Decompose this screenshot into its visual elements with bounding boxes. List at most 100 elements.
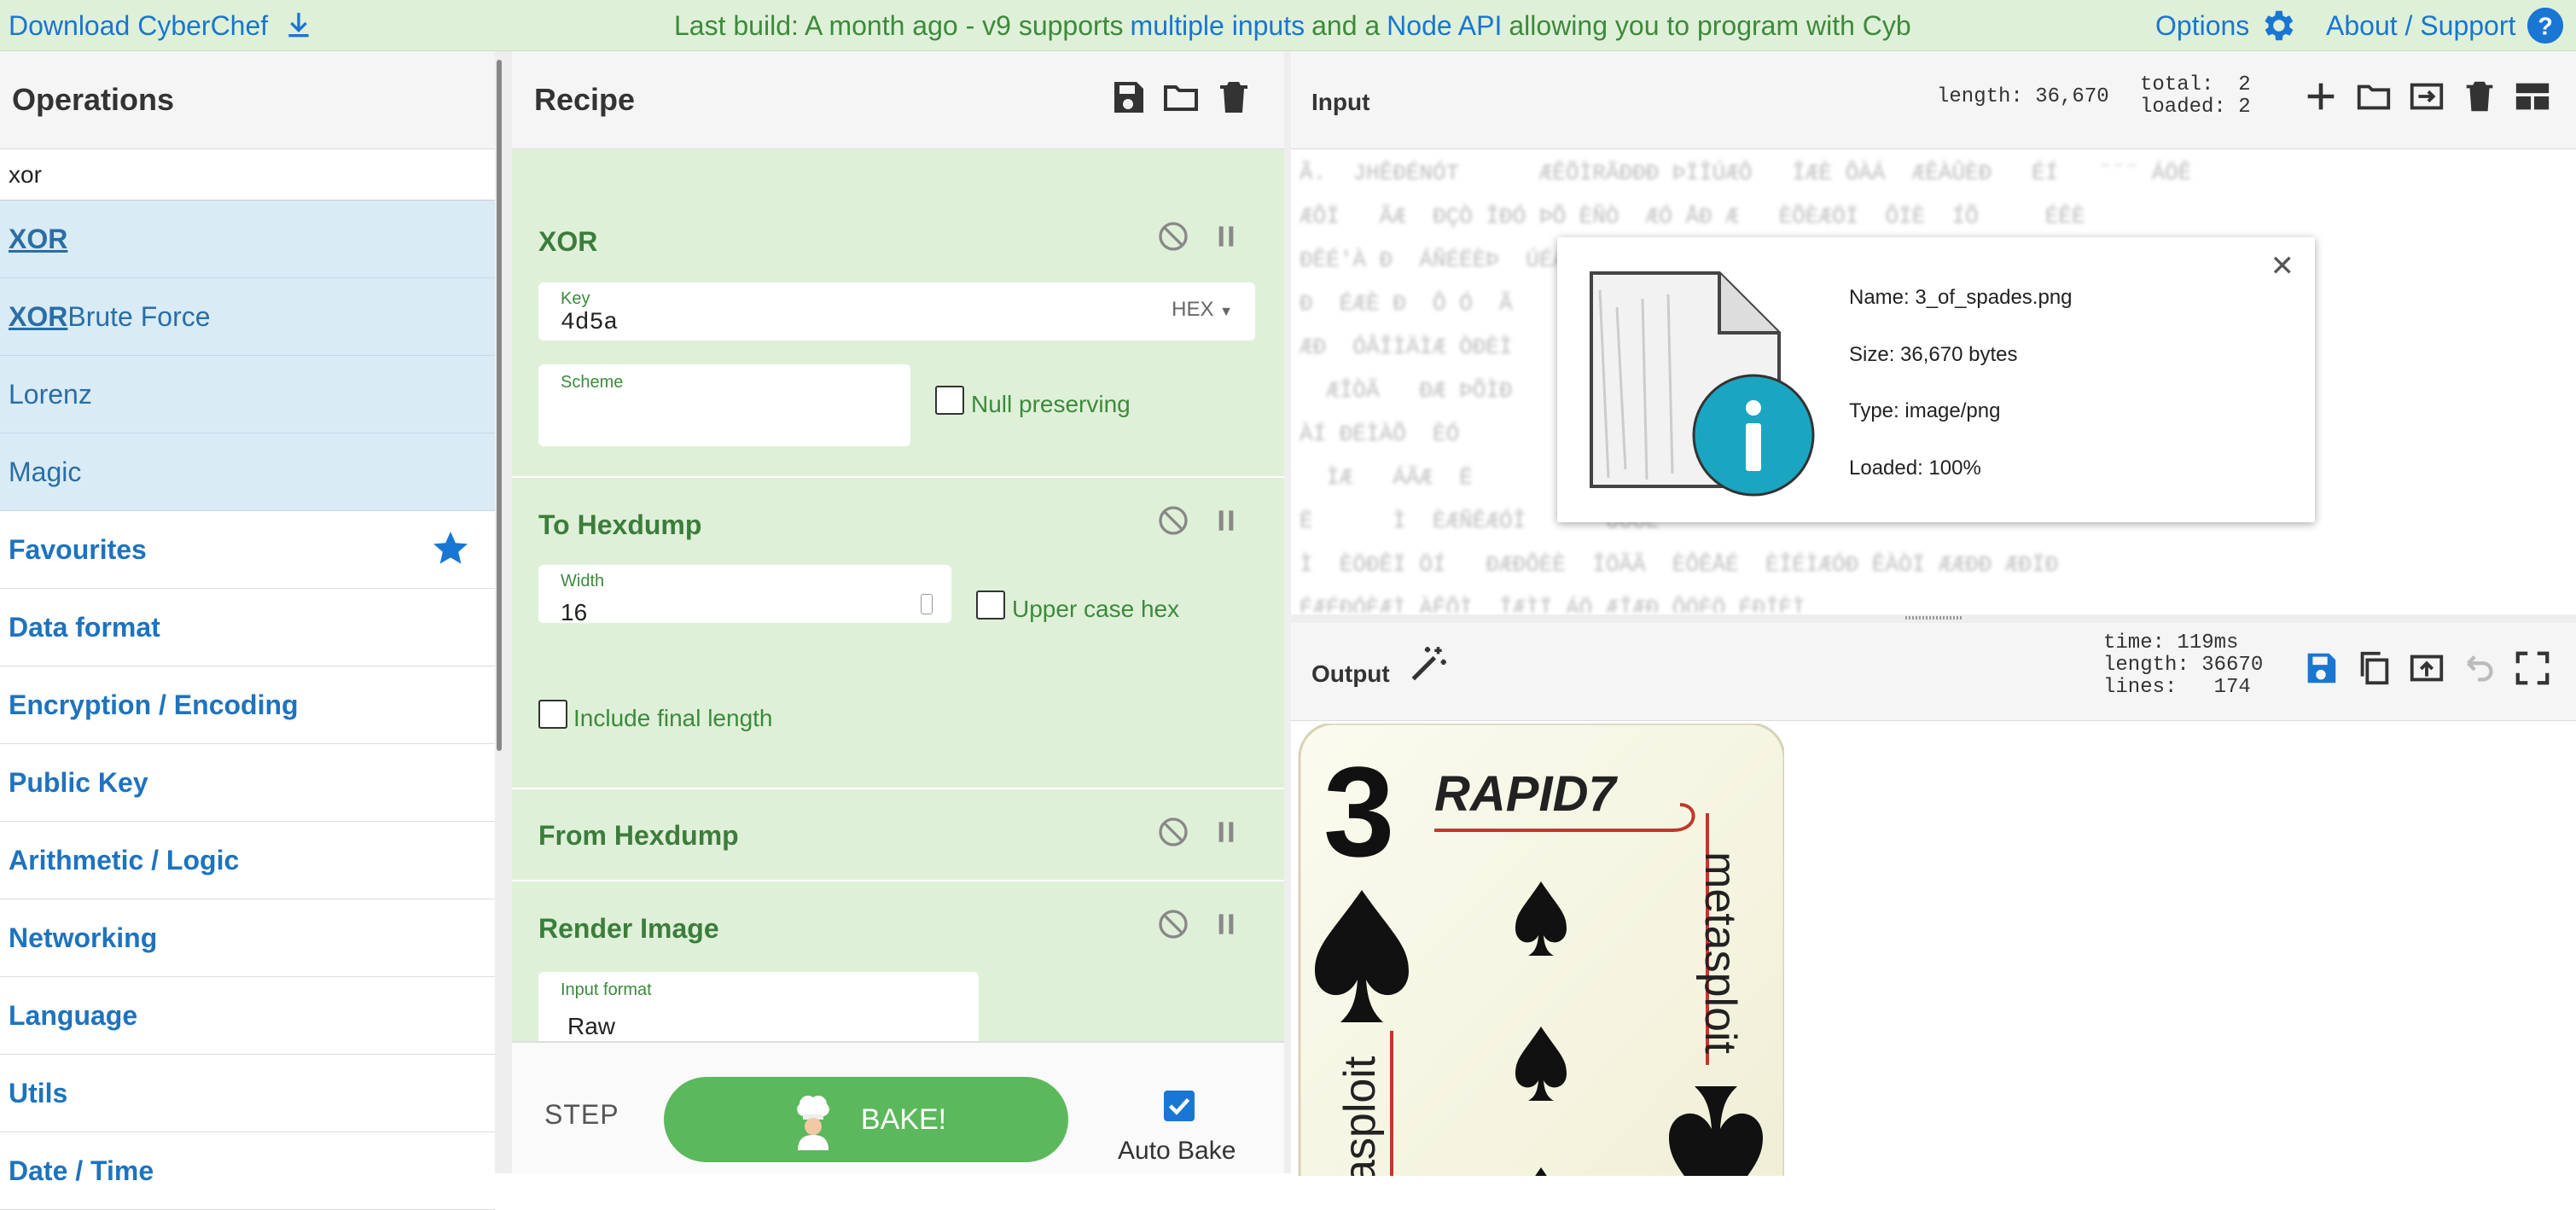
null-preserving-checkbox[interactable]	[935, 386, 964, 415]
op-result-lorenz[interactable]: Lorenz	[0, 356, 495, 433]
category-encryption-encoding[interactable]: Encryption / Encoding	[0, 666, 495, 744]
category-language[interactable]: Language	[0, 977, 495, 1055]
disable-icon[interactable]	[1156, 907, 1190, 941]
op-result-xor-brute-force[interactable]: XOR Brute Force	[0, 278, 495, 356]
input-format-label: Input format	[561, 980, 652, 999]
disable-icon[interactable]	[1156, 219, 1190, 253]
reset-layout-icon[interactable]	[2513, 77, 2552, 116]
ingredient-title: XOR	[538, 226, 598, 257]
op-rest-text: Lorenz	[9, 378, 92, 410]
category-arithmetic-logic[interactable]: Arithmetic / Logic	[0, 822, 495, 899]
output-title: Output	[1311, 660, 1390, 687]
chef-icon	[797, 1096, 829, 1150]
maximise-output-icon[interactable]	[2513, 649, 2552, 688]
category-networking[interactable]: Networking	[0, 899, 495, 977]
copy-output-icon[interactable]	[2354, 649, 2393, 688]
undo-icon[interactable]	[2460, 649, 2499, 688]
about-label: About / Support	[2326, 9, 2516, 41]
category-label: Data format	[9, 611, 160, 643]
operations-search-input[interactable]	[0, 149, 495, 201]
breakpoint-pause-icon[interactable]	[1209, 503, 1243, 538]
op-rest-text: Brute Force	[67, 300, 211, 332]
save-recipe-icon[interactable]	[1108, 77, 1148, 118]
options-button[interactable]: Options	[2155, 0, 2297, 51]
gear-icon	[2265, 10, 2294, 41]
upper-case-hex-checkbox[interactable]	[976, 590, 1005, 620]
replace-input-with-output-icon[interactable]	[2407, 649, 2446, 688]
key-format-dropdown[interactable]: HEX ▼	[1172, 298, 1233, 322]
node-api-link[interactable]: Node API	[1387, 10, 1502, 42]
category-utils[interactable]: Utils	[0, 1055, 495, 1132]
ingredient-title: Render Image	[538, 913, 719, 944]
input-length: length: 36,670	[1937, 85, 2109, 108]
recipe-controls: STEP BAKE! Auto Bake	[512, 1041, 1284, 1173]
spinner-icon[interactable]	[921, 594, 933, 614]
category-public-key[interactable]: Public Key	[0, 744, 495, 822]
recipe-io-splitter[interactable]	[1284, 51, 1291, 1173]
auto-bake-checkbox[interactable]	[1164, 1091, 1195, 1121]
banner-text: and a	[1311, 9, 1381, 41]
banner-message: Last build: A month ago - v9 supports mu…	[674, 0, 1911, 51]
disable-icon[interactable]	[1156, 503, 1190, 538]
op-result-magic[interactable]: Magic	[0, 433, 495, 511]
open-file-input-icon[interactable]	[2407, 77, 2446, 116]
add-input-plus-icon[interactable]	[2301, 77, 2340, 116]
caret-down-icon: ▼	[1219, 305, 1233, 319]
category-label: Networking	[9, 922, 158, 953]
clear-input-trash-icon[interactable]	[2460, 77, 2499, 116]
category-label: Language	[9, 999, 138, 1031]
file-loaded: Loaded: 100%	[1849, 457, 1981, 480]
open-folder-icon[interactable]	[2354, 77, 2393, 116]
category-favourites[interactable]: Favourites	[0, 511, 495, 589]
star-icon	[433, 532, 468, 564]
banner-text: Last build: A month ago - v9 supports	[674, 9, 1124, 41]
category-label: Date / Time	[9, 1155, 154, 1186]
io-splitter[interactable]	[1291, 614, 2576, 623]
op-result-xor[interactable]: XOR	[0, 201, 495, 278]
output-time: time: 119ms	[2103, 631, 2239, 654]
key-label: Key	[561, 289, 590, 308]
about-support-button[interactable]: About / Support ?	[2326, 0, 2565, 51]
include-final-length-checkbox[interactable]	[538, 700, 567, 729]
breakpoint-pause-icon[interactable]	[1209, 815, 1243, 849]
load-recipe-folder-icon[interactable]	[1160, 77, 1201, 118]
top-banner: Download CyberChef Last build: A month a…	[0, 0, 2576, 51]
breakpoint-pause-icon[interactable]	[1209, 219, 1243, 253]
width-number-input[interactable]: Width 16	[538, 565, 951, 623]
ingredient-xor: XOR Key 4d5a HEX ▼ Scheme Null preservin…	[512, 149, 1284, 478]
scheme-select[interactable]: Scheme	[538, 364, 910, 446]
download-cyberchef-link[interactable]: Download CyberChef	[9, 0, 316, 51]
op-rest-text: Magic	[9, 456, 82, 487]
null-preserving-label: Null preserving	[971, 391, 1131, 417]
bake-label: BAKE!	[860, 1102, 947, 1136]
input-title: Input	[1311, 89, 1370, 115]
svg-text:?: ?	[2538, 14, 2554, 41]
bake-button[interactable]: BAKE!	[664, 1077, 1068, 1162]
key-value: 4d5a	[561, 310, 619, 336]
width-label: Width	[561, 572, 605, 590]
card-brand-logo: RAPID7	[1434, 766, 1618, 822]
close-icon[interactable]: ✕	[2271, 249, 2295, 283]
breakpoint-pause-icon[interactable]	[1209, 907, 1243, 941]
clear-recipe-trash-icon[interactable]	[1213, 77, 1254, 118]
category-label: Favourites	[9, 533, 147, 565]
category-date-time[interactable]: Date / Time	[0, 1132, 495, 1210]
operations-scrollbar[interactable]	[497, 60, 502, 751]
multiple-inputs-link[interactable]: multiple inputs	[1131, 10, 1305, 42]
auto-bake-label: Auto Bake	[1118, 1137, 1236, 1165]
check-icon	[1168, 1097, 1190, 1115]
width-value: 16	[561, 599, 588, 623]
category-label: Utils	[9, 1077, 68, 1108]
key-field[interactable]: Key 4d5a HEX ▼	[538, 282, 1255, 340]
file-details-card: Name: 3_of_spades.png Size: 36,670 bytes…	[1557, 237, 2315, 522]
ingredient-from-hexdump: From Hexdump	[512, 789, 1284, 881]
category-data-format[interactable]: Data format	[0, 589, 495, 666]
step-button[interactable]: STEP	[544, 1099, 619, 1131]
grip-icon	[1905, 616, 1962, 620]
op-match-text: XOR	[9, 300, 68, 332]
input-total: total: 2	[2140, 73, 2251, 96]
include-final-length-label: Include final length	[573, 705, 773, 731]
magic-wand-icon[interactable]	[1406, 643, 1449, 686]
save-output-icon[interactable]	[2301, 649, 2340, 688]
disable-icon[interactable]	[1156, 815, 1190, 849]
